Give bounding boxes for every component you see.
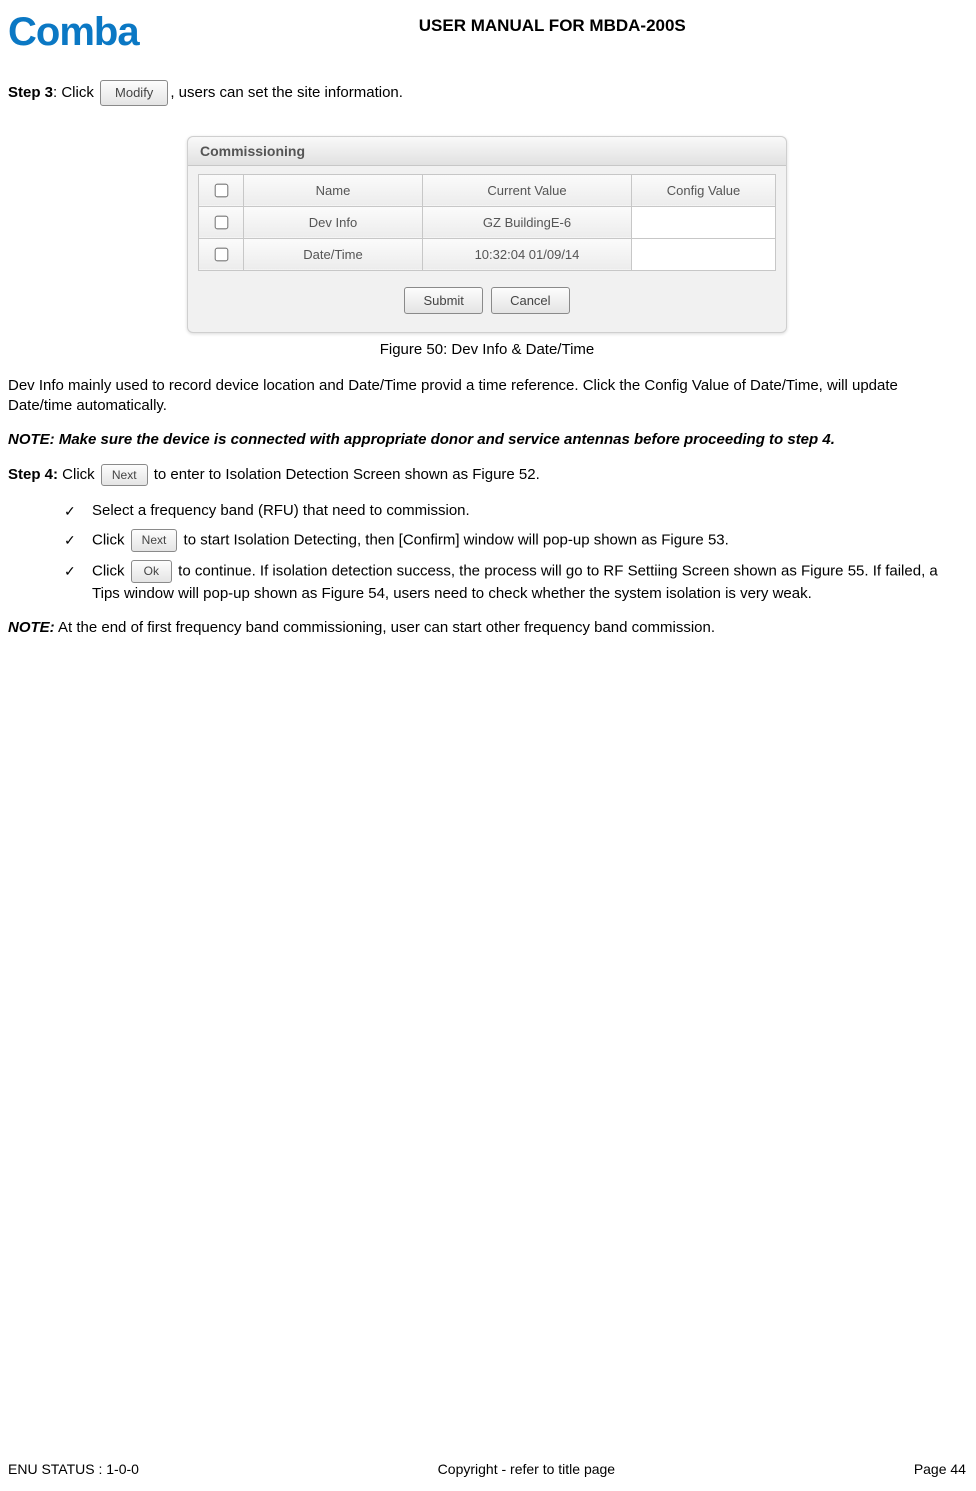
commissioning-panel: Commissioning Name Current Value Config … xyxy=(187,136,787,333)
brand-logo: Comba xyxy=(8,12,139,52)
submit-button[interactable]: Submit xyxy=(404,287,482,314)
list-item: Click Ok to continue. If isolation detec… xyxy=(64,560,966,604)
modify-button[interactable]: Modify xyxy=(100,80,168,106)
footer-left: ENU STATUS : 1-0-0 xyxy=(8,1461,139,1477)
cell-name: Dev Info xyxy=(244,206,423,238)
ok-button[interactable]: Ok xyxy=(131,560,172,583)
step4-post: to enter to Isolation Detection Screen s… xyxy=(150,466,540,483)
panel-title: Commissioning xyxy=(188,137,786,166)
note-end: NOTE: At the end of first frequency band… xyxy=(8,618,966,638)
col-checkbox xyxy=(199,174,244,206)
cell-current: GZ BuildingE-6 xyxy=(423,206,632,238)
b3-pre: Click xyxy=(92,563,129,580)
table-header-row: Name Current Value Config Value xyxy=(199,174,776,206)
col-name: Name xyxy=(244,174,423,206)
select-all-checkbox[interactable] xyxy=(215,183,229,197)
bullet-list: Select a frequency band (RFU) that need … xyxy=(8,500,966,604)
note-rest: At the end of first frequency band commi… xyxy=(55,619,715,636)
next-button[interactable]: Next xyxy=(131,529,178,552)
step3-pre: : Click xyxy=(53,84,98,101)
col-config: Config Value xyxy=(632,174,776,206)
b3-post: to continue. If isolation detection succ… xyxy=(92,563,938,602)
next-button[interactable]: Next xyxy=(101,464,148,486)
cell-config[interactable] xyxy=(632,206,776,238)
step4-text: Step 4: Click Next to enter to Isolation… xyxy=(8,464,966,486)
footer-center: Copyright - refer to title page xyxy=(438,1461,615,1477)
commissioning-table: Name Current Value Config Value Dev Info… xyxy=(198,174,776,271)
step4-label: Step 4: xyxy=(8,466,58,483)
row-checkbox[interactable] xyxy=(215,215,229,229)
table-row: Dev Info GZ BuildingE-6 xyxy=(199,206,776,238)
figure-caption: Figure 50: Dev Info & Date/Time xyxy=(8,341,966,358)
b2-pre: Click xyxy=(92,532,129,549)
note-lead: NOTE: xyxy=(8,619,55,636)
cell-current: 10:32:04 01/09/14 xyxy=(423,238,632,270)
cell-config[interactable] xyxy=(632,238,776,270)
step3-label: Step 3 xyxy=(8,84,53,101)
step3-post: , users can set the site information. xyxy=(170,84,403,101)
doc-title: USER MANUAL FOR MBDA-200S xyxy=(139,12,966,36)
cell-name: Date/Time xyxy=(244,238,423,270)
cancel-button[interactable]: Cancel xyxy=(491,287,569,314)
b2-post: to start Isolation Detecting, then [Conf… xyxy=(179,532,728,549)
step4-pre: Click xyxy=(58,466,99,483)
step3-text: Step 3: Click Modify, users can set the … xyxy=(8,80,966,106)
table-row: Date/Time 10:32:04 01/09/14 xyxy=(199,238,776,270)
footer-right: Page 44 xyxy=(914,1461,966,1477)
col-current: Current Value xyxy=(423,174,632,206)
row-checkbox[interactable] xyxy=(215,247,229,261)
list-item: Click Next to start Isolation Detecting,… xyxy=(64,529,966,552)
devinfo-paragraph: Dev Info mainly used to record device lo… xyxy=(8,376,966,417)
list-item: Select a frequency band (RFU) that need … xyxy=(64,500,966,521)
note-antennas: NOTE: Make sure the device is connected … xyxy=(8,430,966,450)
page-footer: ENU STATUS : 1-0-0 Copyright - refer to … xyxy=(8,1461,966,1477)
